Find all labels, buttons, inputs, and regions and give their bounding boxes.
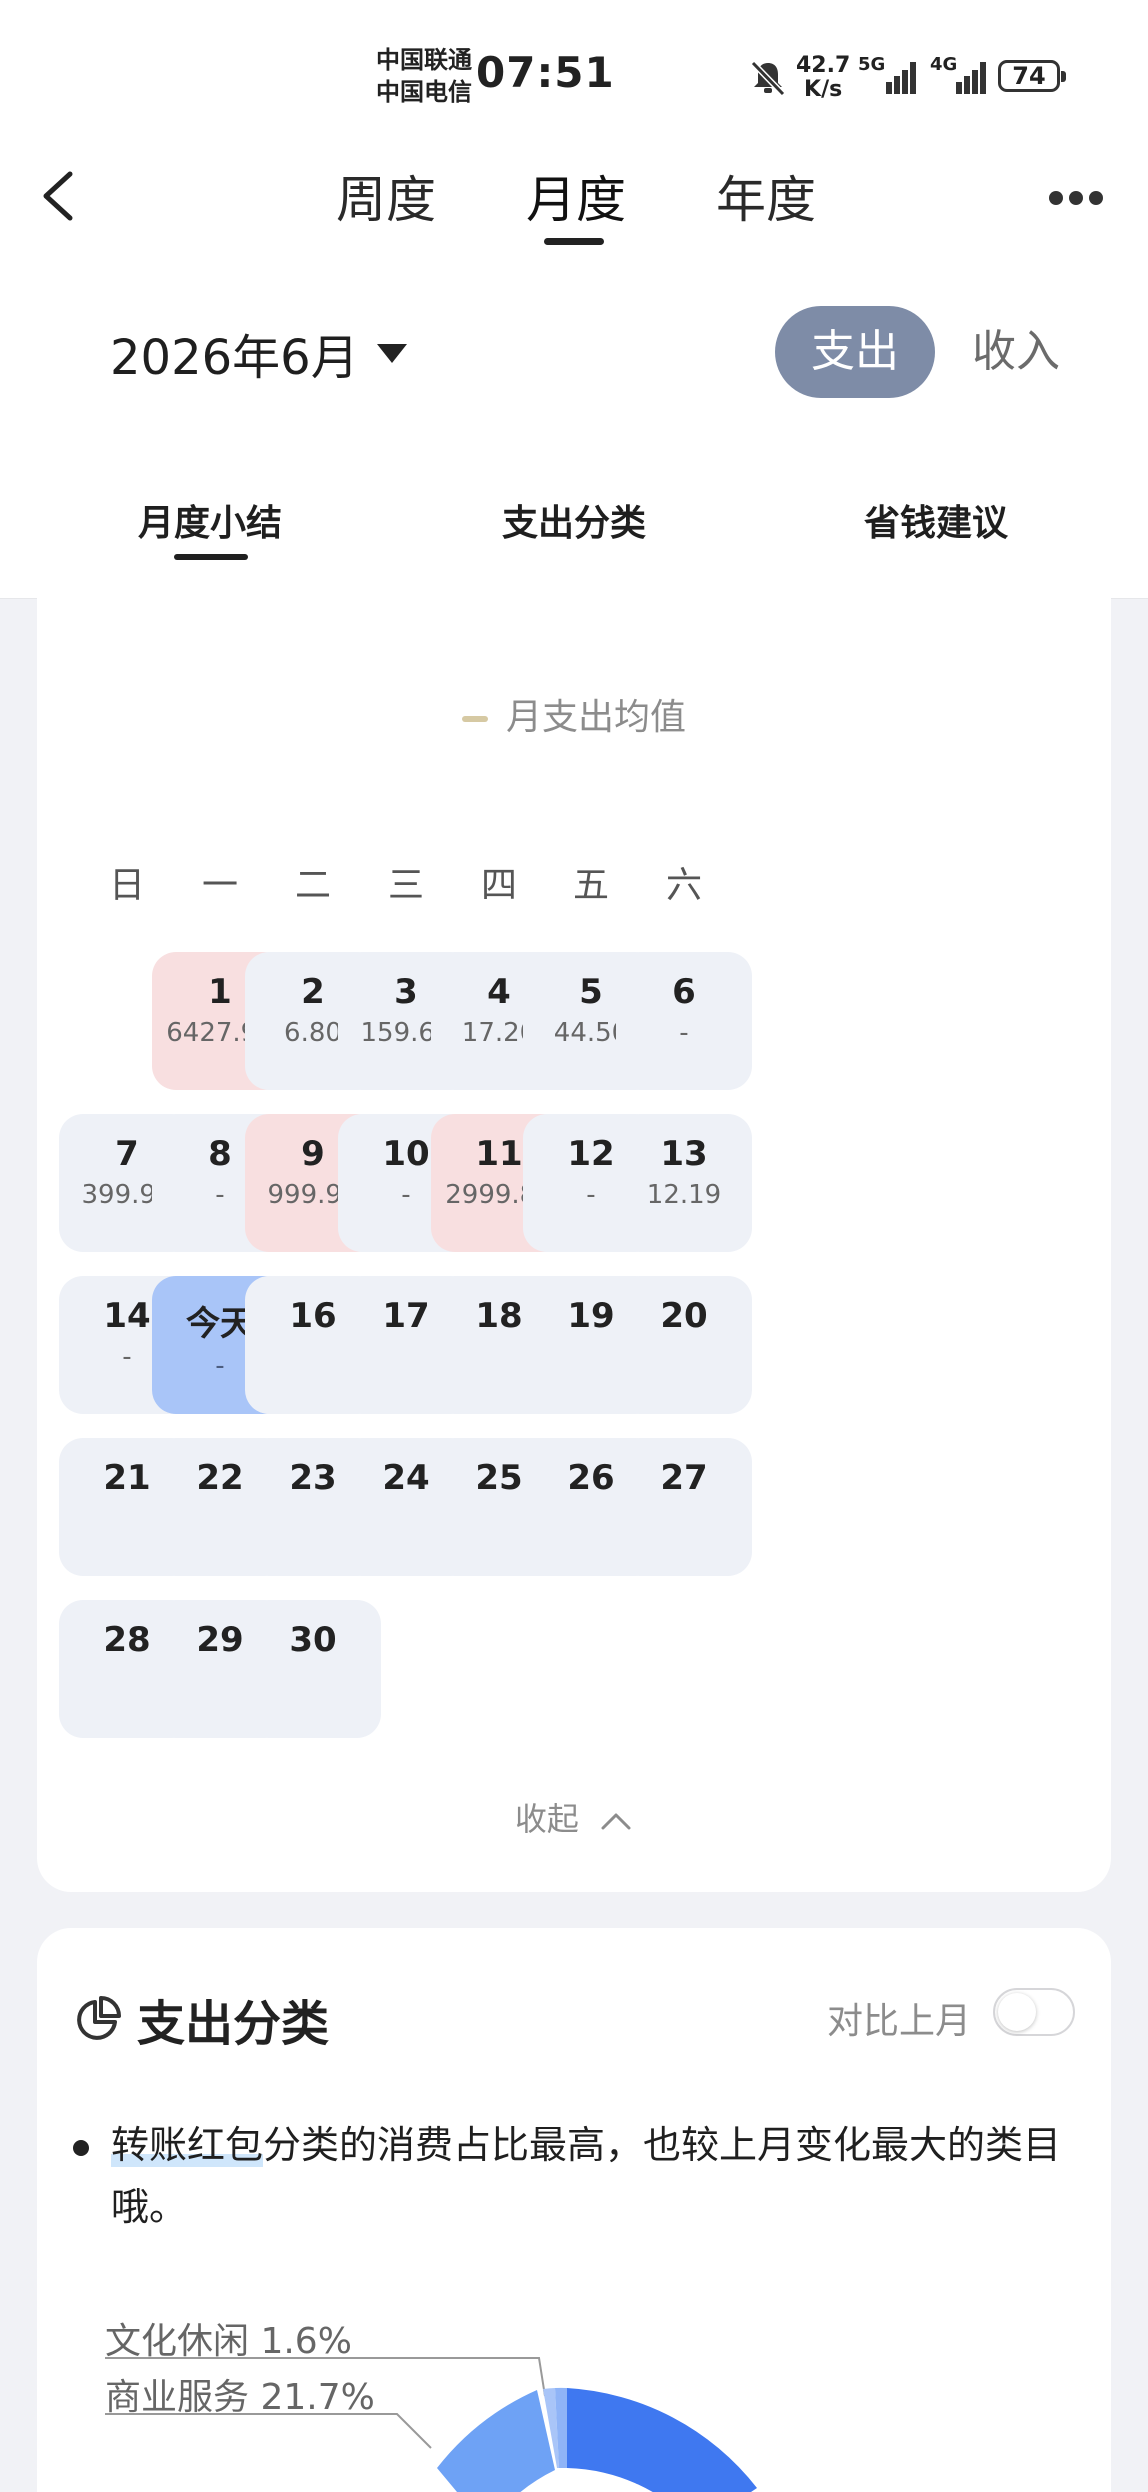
- weekday-label: 六: [665, 865, 702, 906]
- back-arrow-icon[interactable]: [36, 168, 84, 224]
- clock: 07:51: [476, 48, 615, 97]
- signal-4g: 4G: [930, 54, 994, 102]
- day-amount: 12.19: [646, 1180, 722, 1210]
- dropdown-triangle-icon: [376, 343, 407, 363]
- calendar-day[interactable]: 27: [616, 1438, 752, 1576]
- header: 中国联通 中国电信 07:51 42.7 K/s 5G 4G 74 周度 月度 …: [0, 0, 1148, 599]
- chevron-up-icon: [601, 1813, 631, 1830]
- tab-saving-tips[interactable]: 省钱建议: [864, 494, 1008, 546]
- day-number: 13: [660, 1134, 708, 1174]
- pie-label-business: 商业服务 21.7%: [105, 2377, 375, 2418]
- active-tab-indicator: [544, 238, 604, 245]
- net-speed-unit: K/s: [804, 77, 843, 102]
- month-label: 2026年6月: [110, 330, 359, 386]
- calendar-day[interactable]: 6-: [616, 952, 752, 1090]
- calendar-day[interactable]: 20: [616, 1276, 752, 1414]
- day-number: 20: [660, 1296, 708, 1336]
- calendar-legend: 月支出均值: [37, 688, 1111, 740]
- carrier-names: 中国联通 中国电信: [376, 44, 472, 108]
- legend-swatch: [461, 716, 488, 722]
- day-number: 27: [660, 1458, 708, 1498]
- pie-label-culture: 文化休闲 1.6%: [105, 2321, 352, 2362]
- signal-5g: 5G: [858, 54, 922, 102]
- signal-5g-label: 5G: [858, 54, 886, 75]
- carrier-2: 中国电信: [376, 78, 472, 106]
- bell-muted-icon: [750, 60, 786, 97]
- legend-label: 月支出均值: [505, 697, 686, 738]
- tab-year[interactable]: 年度: [716, 160, 816, 232]
- collapse-button[interactable]: 收起: [37, 1794, 1111, 1840]
- tab-month[interactable]: 月度: [526, 160, 626, 232]
- status-bar: 中国联通 中国电信 07:51 42.7 K/s 5G 4G 74: [0, 0, 1148, 150]
- section-tab-indicator: [174, 554, 248, 560]
- day-number: 30: [289, 1620, 337, 1660]
- app-screen: 中国联通 中国电信 07:51 42.7 K/s 5G 4G 74 周度 月度 …: [0, 0, 1148, 2492]
- battery-icon: 74: [998, 60, 1066, 92]
- expense-toggle-button[interactable]: 支出: [775, 306, 935, 398]
- income-toggle-button[interactable]: 收入: [972, 306, 1062, 398]
- tab-expense-category[interactable]: 支出分类: [502, 494, 646, 546]
- tab-monthly-summary[interactable]: 月度小结: [138, 494, 282, 546]
- month-selector[interactable]: 2026年6月: [110, 318, 407, 388]
- more-options-icon[interactable]: [1046, 186, 1106, 210]
- calendar-card: 月支出均值 日一二三四五六 1 6427.98 2 6.80 3 159.63 4 17.20…: [37, 598, 1111, 1892]
- carrier-1: 中国联通: [376, 46, 472, 74]
- tab-week[interactable]: 周度: [336, 160, 436, 232]
- day-number: 6: [672, 972, 696, 1012]
- day-amount: -: [679, 1018, 689, 1048]
- donut-slice-business: [437, 2390, 555, 2492]
- signal-4g-label: 4G: [930, 54, 958, 75]
- calendar-day[interactable]: 13 12.19: [616, 1114, 752, 1252]
- collapse-label: 收起: [514, 1800, 579, 1838]
- category-card: 支出分类 对比上月 转账红包分类的消费占比最高，也较上月变化最大的类目 哦。 文…: [37, 1928, 1111, 2492]
- network-speed: 42.7 K/s: [796, 54, 850, 102]
- donut-slice-transfer: [567, 2388, 757, 2492]
- net-speed-value: 42.7: [796, 53, 851, 78]
- calendar-day[interactable]: 30: [245, 1600, 381, 1738]
